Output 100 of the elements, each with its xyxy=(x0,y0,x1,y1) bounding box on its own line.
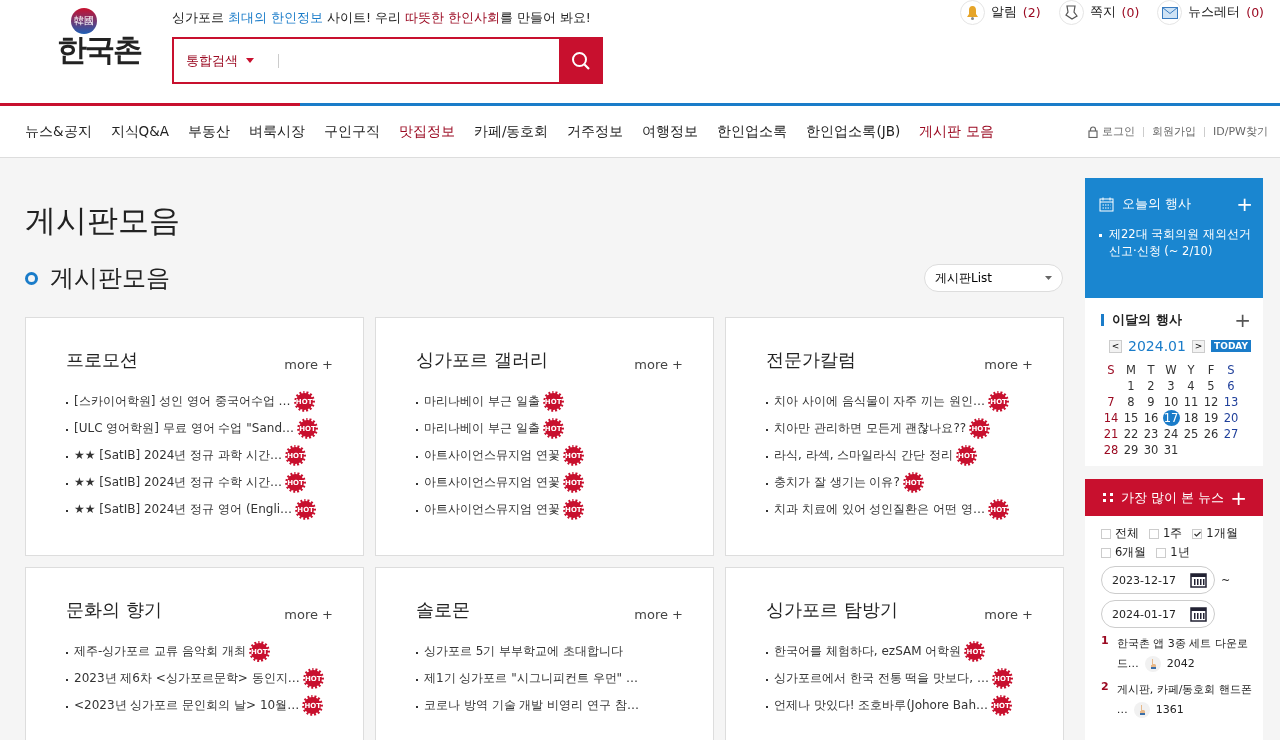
date-input[interactable]: 2023-12-17 xyxy=(1112,573,1188,587)
next-month-button[interactable]: > xyxy=(1191,339,1205,353)
calendar-day[interactable]: 2 xyxy=(1142,378,1160,394)
calendar-day[interactable]: 14 xyxy=(1102,410,1120,426)
calendar-day[interactable]: 20 xyxy=(1222,410,1240,426)
calendar-day[interactable]: 8 xyxy=(1122,394,1140,410)
calendar-day[interactable]: 25 xyxy=(1182,426,1200,442)
search-field[interactable]: 통합검색 xyxy=(172,37,603,84)
search-button[interactable] xyxy=(559,37,603,84)
calendar-day[interactable]: 24 xyxy=(1162,426,1180,442)
calendar-day[interactable]: 21 xyxy=(1102,426,1120,442)
board-post-link[interactable]: 언제나 맛있다! 조호바루(Johore Bah… xyxy=(766,697,988,714)
board-post-link[interactable]: 치아만 관리하면 모든게 괜찮나요?? xyxy=(766,420,967,437)
prev-month-button[interactable]: < xyxy=(1109,339,1122,353)
board-post-link[interactable]: [스카이어학원] 성인 영어 중국어수업 … xyxy=(66,393,291,410)
nav-item[interactable]: 구인구직 xyxy=(323,122,380,141)
calendar-day[interactable]: 30 xyxy=(1142,442,1160,458)
period-checkbox[interactable]: 1년 xyxy=(1156,545,1190,560)
calendar-day[interactable]: 26 xyxy=(1202,426,1220,442)
calendar-day[interactable]: 31 xyxy=(1162,442,1180,458)
most-viewed-link[interactable]: 1 한국촌 앱 3종 세트 다운로드… 2042 xyxy=(1101,634,1257,674)
calendar-day[interactable]: 6 xyxy=(1222,378,1240,394)
more-link[interactable]: more + xyxy=(984,357,1033,372)
account-link[interactable]: ID/PW찾기 xyxy=(1213,124,1268,139)
board-post-link[interactable]: 코로나 방역 기술 개발 비영리 연구 참… xyxy=(416,697,639,714)
board-post-link[interactable]: ★★ [SatIB] 2024년 정규 과학 시간… xyxy=(66,447,282,464)
calendar-day[interactable]: 1 xyxy=(1122,378,1140,394)
board-post-link[interactable]: 치과 치료에 있어 성인질환은 어떤 영… xyxy=(766,501,986,518)
board-post-link[interactable]: 치아 사이에 음식물이 자주 끼는 원인… xyxy=(766,393,986,410)
nav-item[interactable]: 지식Q&A xyxy=(110,122,169,141)
more-link[interactable]: more + xyxy=(284,357,333,372)
calendar-icon[interactable] xyxy=(1190,606,1207,622)
header-link[interactable]: 쪽지 (0) xyxy=(1058,0,1140,25)
calendar-day[interactable]: 15 xyxy=(1122,410,1140,426)
event-link[interactable]: 제22대 국회의원 재외선거 신고·신청 (~ 2/10) xyxy=(1099,226,1253,260)
calendar-day[interactable]: 10 xyxy=(1162,394,1180,410)
calendar-day[interactable]: 17 xyxy=(1162,410,1180,426)
board-post-link[interactable]: 아트사이언스뮤지엄 연꽃 xyxy=(416,447,560,464)
period-checkbox[interactable]: 1주 xyxy=(1149,526,1183,541)
period-checkbox[interactable]: 전체 xyxy=(1101,526,1139,541)
envelope-icon[interactable] xyxy=(1161,6,1178,19)
bell-icon[interactable] xyxy=(965,5,979,20)
calendar-day[interactable]: 16 xyxy=(1142,410,1160,426)
calendar-day[interactable]: 27 xyxy=(1222,426,1240,442)
board-post-link[interactable]: 제1기 싱가포르 "시그니피컨트 우먼" … xyxy=(416,670,638,687)
nav-item[interactable]: 게시판 모음 xyxy=(919,122,994,141)
calendar-day[interactable]: 4 xyxy=(1182,378,1200,394)
calendar-day[interactable]: 9 xyxy=(1142,394,1160,410)
more-link[interactable]: more + xyxy=(984,607,1033,622)
calendar-icon[interactable] xyxy=(1190,572,1207,588)
more-link[interactable]: more + xyxy=(634,357,683,372)
more-link[interactable]: more + xyxy=(284,607,333,622)
folded-note-icon[interactable] xyxy=(1064,5,1079,20)
board-post-link[interactable]: 2023년 제6차 <싱가포르문학> 동인지… xyxy=(66,670,300,687)
board-select[interactable]: 게시판List xyxy=(924,264,1063,292)
calendar-day[interactable]: 23 xyxy=(1142,426,1160,442)
board-post-link[interactable]: <2023년 싱가포르 문인회의 날> 10월… xyxy=(66,697,300,714)
board-post-link[interactable]: 라식, 라섹, 스마일라식 간단 정리 xyxy=(766,447,953,464)
nav-item[interactable]: 한인업소록(JB) xyxy=(806,122,901,141)
board-post-link[interactable]: 충치가 잘 생기는 이유? xyxy=(766,474,900,491)
header-link[interactable]: 뉴스레터 (0) xyxy=(1157,0,1264,25)
more-link[interactable]: more + xyxy=(634,607,683,622)
nav-item[interactable]: 뉴스&공지 xyxy=(25,122,92,141)
account-link[interactable]: 회원가입 xyxy=(1152,124,1197,139)
nav-item[interactable]: 거주정보 xyxy=(567,122,624,141)
board-post-link[interactable]: 싱가포르에서 한국 전통 떡을 맛보다, … xyxy=(766,670,989,687)
nav-item[interactable]: 여행정보 xyxy=(642,122,699,141)
board-post-link[interactable]: 아트사이언스뮤지엄 연꽃 xyxy=(416,501,560,518)
calendar-day[interactable]: 7 xyxy=(1102,394,1120,410)
search-scope-dropdown[interactable]: 통합검색 xyxy=(174,51,266,70)
board-post-link[interactable]: 싱가포르 5기 부부학교에 초대합니다 xyxy=(416,643,624,660)
nav-item[interactable]: 한인업소록 xyxy=(717,122,788,141)
period-checkbox[interactable]: 6개월 xyxy=(1101,545,1147,560)
board-post-link[interactable]: 제주-싱가포르 교류 음악회 개최 xyxy=(66,643,246,660)
add-button[interactable]: + xyxy=(1230,487,1247,508)
most-viewed-link[interactable]: 2 게시판, 카페/동호회 핸드폰 … 1361 xyxy=(1101,680,1257,720)
nav-item[interactable]: 벼룩시장 xyxy=(248,122,305,141)
nav-item[interactable]: 부동산 xyxy=(187,122,230,141)
period-checkbox[interactable]: 1개월 xyxy=(1192,526,1238,541)
calendar-day[interactable]: 29 xyxy=(1122,442,1140,458)
calendar-day[interactable]: 5 xyxy=(1202,378,1220,394)
board-post-link[interactable]: 마리나베이 부근 일출 xyxy=(416,420,540,437)
date-input[interactable]: 2024-01-17 xyxy=(1112,607,1188,621)
board-post-link[interactable]: ★★ [SatIB] 2024년 정규 수학 시간… xyxy=(66,474,282,491)
calendar-day[interactable]: 19 xyxy=(1202,410,1220,426)
board-post-link[interactable]: 아트사이언스뮤지엄 연꽃 xyxy=(416,474,560,491)
calendar-day[interactable]: 11 xyxy=(1182,394,1200,410)
board-post-link[interactable]: [ULC 영어학원] 무료 영어 수업 "Sand… xyxy=(66,420,294,437)
calendar-day[interactable]: 12 xyxy=(1202,394,1220,410)
account-link[interactable]: 로그인 xyxy=(1088,124,1136,139)
nav-item[interactable]: 맛집정보 xyxy=(398,122,455,141)
calendar-day[interactable]: 13 xyxy=(1222,394,1240,410)
today-button[interactable]: TODAY xyxy=(1211,340,1251,352)
logo-seal[interactable]: 韓國 xyxy=(70,8,97,34)
board-post-link[interactable]: 마리나베이 부근 일출 xyxy=(416,393,540,410)
add-button[interactable]: + xyxy=(1236,194,1253,214)
calendar-day[interactable]: 18 xyxy=(1182,410,1200,426)
header-link[interactable]: 알림 (2) xyxy=(959,0,1041,25)
calendar-day[interactable]: 3 xyxy=(1162,378,1180,394)
calendar-day[interactable]: 22 xyxy=(1122,426,1140,442)
